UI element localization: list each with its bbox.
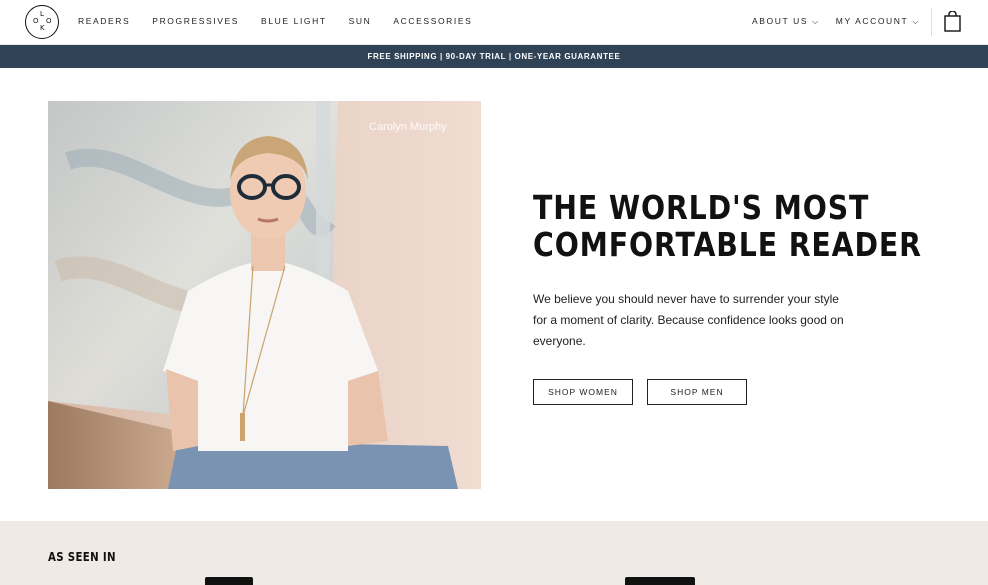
- press-logo: [205, 577, 253, 585]
- shop-men-button[interactable]: SHOP MEN: [647, 379, 747, 405]
- hero-headline: THE WORLD'S MOST COMFORTABLE READER: [533, 188, 922, 264]
- nav-accessories[interactable]: ACCESSORIES: [393, 16, 472, 26]
- press-logo: [625, 577, 695, 585]
- nav-readers[interactable]: READERS: [78, 16, 130, 26]
- hero-image: [48, 101, 481, 489]
- main-nav: READERS PROGRESSIVES BLUE LIGHT SUN ACCE…: [78, 16, 494, 26]
- shopping-bag-icon[interactable]: [944, 11, 961, 32]
- nav-my-account-label: MY ACCOUNT: [835, 16, 909, 26]
- logo-letter: L: [40, 10, 44, 18]
- promo-bar: FREE SHIPPING | 90-DAY TRIAL | ONE-YEAR …: [0, 45, 988, 68]
- look-logo[interactable]: L O O K: [25, 5, 59, 39]
- hero-headline-line: THE WORLD'S MOST: [533, 188, 870, 227]
- site-header: L O O K READERS PROGRESSIVES BLUE LIGHT …: [0, 0, 988, 45]
- hero-body-copy: We believe you should never have to surr…: [533, 292, 844, 348]
- nav-about-us-label: ABOUT US: [752, 16, 809, 26]
- secondary-nav: ABOUT US ⌵ MY ACCOUNT ⌵: [736, 16, 920, 27]
- chevron-down-icon: ⌵: [812, 17, 820, 26]
- nav-blue-light[interactable]: BLUE LIGHT: [261, 16, 327, 26]
- shop-women-button[interactable]: SHOP WOMEN: [533, 379, 633, 405]
- hero-photo-illustration: [48, 101, 481, 489]
- nav-my-account[interactable]: MY ACCOUNT ⌵: [836, 16, 920, 27]
- hero-caption: Carolyn Murphy: [369, 121, 447, 133]
- header-divider: [931, 8, 932, 36]
- as-seen-in-title: AS SEEN IN: [48, 550, 116, 564]
- nav-progressives[interactable]: PROGRESSIVES: [152, 16, 239, 26]
- chevron-down-icon: ⌵: [912, 17, 920, 26]
- logo-letter: K: [40, 24, 45, 32]
- logo-letter: O: [46, 17, 52, 25]
- as-seen-in-section: AS SEEN IN: [0, 521, 988, 585]
- hero-headline-line: COMFORTABLE READER: [533, 225, 922, 264]
- nav-about-us[interactable]: ABOUT US ⌵: [752, 16, 820, 27]
- nav-sun[interactable]: SUN: [349, 16, 372, 26]
- logo-letter: O: [33, 17, 39, 25]
